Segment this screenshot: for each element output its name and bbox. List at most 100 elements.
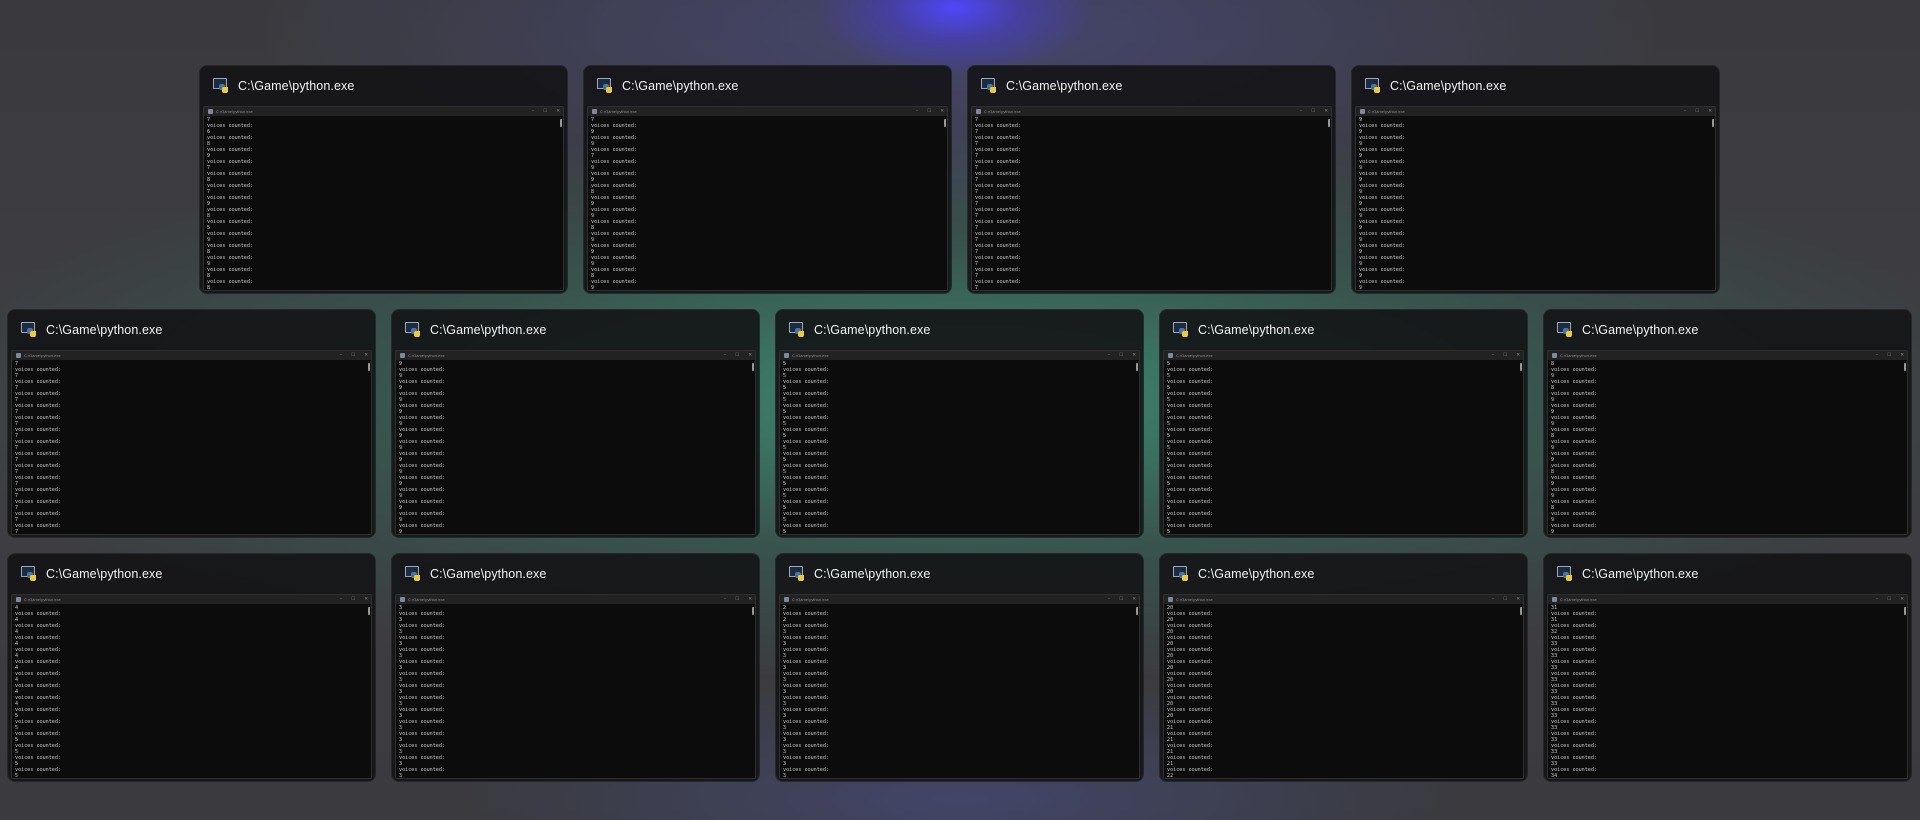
console-app-icon	[1168, 353, 1173, 358]
console-preview: C:\Game\python.exe – ☐ ✕ 2 voices counted: 2 vo…	[779, 594, 1140, 779]
console-app-icon	[16, 353, 21, 358]
minimize-icon: –	[723, 597, 727, 602]
console-titlebar: C:\Game\python.exe – ☐ ✕	[780, 595, 1139, 604]
maximize-icon: ☐	[1119, 353, 1124, 358]
window-thumbnail-header: C:\Game\python.exe	[1352, 66, 1719, 105]
maximize-icon: ☐	[351, 597, 356, 602]
console-scrollbar	[560, 119, 562, 127]
minimize-icon: –	[723, 353, 727, 358]
window-thumbnail[interactable]: C:\Game\python.exe C:\Game\python.exe – ☐ ✕ 5…	[775, 309, 1144, 538]
console-output: 2 voices counted: 2 voices counted: 3 voices …	[780, 604, 1139, 778]
console-output: 7 voices counted: 7 voices counted: 7 voices …	[972, 116, 1331, 290]
console-title: C:\Game\python.exe	[408, 597, 445, 602]
close-icon: ✕	[1324, 109, 1328, 114]
window-title: C:\Game\python.exe	[1390, 78, 1507, 93]
minimize-icon: –	[339, 353, 343, 358]
console-line-count: 7	[15, 529, 19, 535]
window-thumbnail-header: C:\Game\python.exe	[1544, 310, 1911, 349]
console-titlebar: C:\Game\python.exe – ☐ ✕	[1548, 595, 1907, 604]
window-thumbnail[interactable]: C:\Game\python.exe C:\Game\python.exe – ☐ ✕ 5…	[1159, 309, 1528, 538]
console-window-controls: – ☐ ✕	[1876, 351, 1904, 360]
console-titlebar: C:\Game\python.exe – ☐ ✕	[1356, 107, 1715, 116]
window-thumbnail[interactable]: C:\Game\python.exe C:\Game\python.exe – ☐ ✕ 7…	[967, 65, 1336, 294]
console-preview: C:\Game\python.exe – ☐ ✕ 7 voices counted: 7 vo…	[971, 106, 1332, 291]
python-app-icon	[789, 565, 805, 582]
python-app-icon	[789, 321, 805, 338]
python-app-icon	[981, 77, 997, 94]
window-title: C:\Game\python.exe	[814, 322, 931, 337]
window-thumbnail[interactable]: C:\Game\python.exe C:\Game\python.exe – ☐ ✕ 8…	[1543, 309, 1912, 538]
console-titlebar: C:\Game\python.exe – ☐ ✕	[780, 351, 1139, 360]
console-scrollbar	[1328, 119, 1330, 127]
window-thumbnail-header: C:\Game\python.exe	[8, 554, 375, 593]
minimize-icon: –	[1299, 109, 1303, 114]
console-window-controls: – ☐ ✕	[1684, 107, 1712, 116]
console-preview: C:\Game\python.exe – ☐ ✕ 7 voices counted: 6 vo…	[203, 106, 564, 291]
console-line-count: 3	[399, 773, 403, 779]
console-titlebar: C:\Game\python.exe – ☐ ✕	[1164, 351, 1523, 360]
console-window-controls: – ☐ ✕	[340, 595, 368, 604]
python-app-icon	[1557, 565, 1573, 582]
console-window-controls: – ☐ ✕	[340, 351, 368, 360]
window-thumbnail[interactable]: C:\Game\python.exe C:\Game\python.exe – ☐ ✕ 7…	[583, 65, 952, 294]
close-icon: ✕	[748, 597, 752, 602]
console-line-count: 9	[591, 285, 595, 291]
console-window-controls: – ☐ ✕	[1108, 351, 1136, 360]
console-app-icon	[784, 597, 789, 602]
python-app-icon	[405, 321, 421, 338]
python-app-icon	[1173, 565, 1189, 582]
console-scrollbar	[752, 607, 754, 615]
console-output: 31 voices counted: 31 voices counted: 32 voic…	[1548, 604, 1907, 779]
python-app-icon	[1557, 321, 1573, 338]
window-thumbnail[interactable]: C:\Game\python.exe C:\Game\python.exe – ☐ ✕ 4…	[7, 553, 376, 782]
console-scrollbar	[1904, 607, 1906, 615]
console-title: C:\Game\python.exe	[792, 597, 829, 602]
console-app-icon	[400, 353, 405, 358]
window-thumbnail[interactable]: C:\Game\python.exe C:\Game\python.exe – ☐ ✕ 9…	[391, 309, 760, 538]
window-thumbnail-header: C:\Game\python.exe	[8, 310, 375, 349]
window-thumbnail[interactable]: C:\Game\python.exe C:\Game\python.exe – ☐ ✕ 2…	[1159, 553, 1528, 782]
console-scrollbar	[1520, 607, 1522, 615]
console-title: C:\Game\python.exe	[984, 109, 1021, 114]
console-line-count: 34	[1551, 773, 1558, 779]
window-thumbnail[interactable]: C:\Game\python.exe C:\Game\python.exe – ☐ ✕ 2…	[775, 553, 1144, 782]
console-app-icon	[1552, 353, 1557, 358]
console-titlebar: C:\Game\python.exe – ☐ ✕	[12, 595, 371, 604]
console-output: 9 voices counted: 9 voices counted: 9 voices …	[1356, 116, 1715, 291]
minimize-icon: –	[1875, 597, 1879, 602]
console-window-controls: – ☐ ✕	[1492, 595, 1520, 604]
maximize-icon: ☐	[1887, 353, 1892, 358]
window-thumbnail[interactable]: C:\Game\python.exe C:\Game\python.exe – ☐ ✕ 3…	[1543, 553, 1912, 782]
close-icon: ✕	[1516, 597, 1520, 602]
console-app-icon	[208, 109, 213, 114]
window-thumbnail-header: C:\Game\python.exe	[776, 554, 1143, 593]
console-line-count: 9	[1359, 285, 1363, 291]
minimize-icon: –	[531, 109, 535, 114]
window-thumbnail[interactable]: C:\Game\python.exe C:\Game\python.exe – ☐ ✕ 7…	[7, 309, 376, 538]
window-row-1: C:\Game\python.exe C:\Game\python.exe – ☐ ✕ 7…	[199, 65, 1720, 294]
minimize-icon: –	[1683, 109, 1687, 114]
maximize-icon: ☐	[1311, 109, 1316, 114]
window-thumbnail[interactable]: C:\Game\python.exe C:\Game\python.exe – ☐ ✕ 3…	[391, 553, 760, 782]
window-title: C:\Game\python.exe	[1582, 322, 1699, 337]
console-app-icon	[976, 109, 981, 114]
minimize-icon: –	[1875, 353, 1879, 358]
maximize-icon: ☐	[1503, 597, 1508, 602]
minimize-icon: –	[1107, 353, 1111, 358]
window-thumbnail[interactable]: C:\Game\python.exe C:\Game\python.exe – ☐ ✕ 9…	[1351, 65, 1720, 294]
console-preview: C:\Game\python.exe – ☐ ✕ 9 voices counted: 9 vo…	[1355, 106, 1716, 291]
python-app-icon	[1365, 77, 1381, 94]
window-thumbnail-header: C:\Game\python.exe	[392, 554, 759, 593]
console-preview: C:\Game\python.exe – ☐ ✕ 5 voices counted: 5 vo…	[779, 350, 1140, 535]
console-titlebar: C:\Game\python.exe – ☐ ✕	[588, 107, 947, 116]
console-preview: C:\Game\python.exe – ☐ ✕ 9 voices counted: 9 vo…	[395, 350, 756, 535]
window-thumbnail[interactable]: C:\Game\python.exe C:\Game\python.exe – ☐ ✕ 7…	[199, 65, 568, 294]
maximize-icon: ☐	[1695, 109, 1700, 114]
console-scrollbar	[752, 363, 754, 371]
window-thumbnail-header: C:\Game\python.exe	[968, 66, 1335, 105]
console-output: 5 voices counted: 5 voices counted: 5 voices …	[780, 360, 1139, 534]
console-window-controls: – ☐ ✕	[1876, 595, 1904, 604]
maximize-icon: ☐	[927, 109, 932, 114]
console-preview: C:\Game\python.exe – ☐ ✕ 31 voices counted: 31…	[1547, 594, 1908, 779]
window-title: C:\Game\python.exe	[46, 322, 163, 337]
